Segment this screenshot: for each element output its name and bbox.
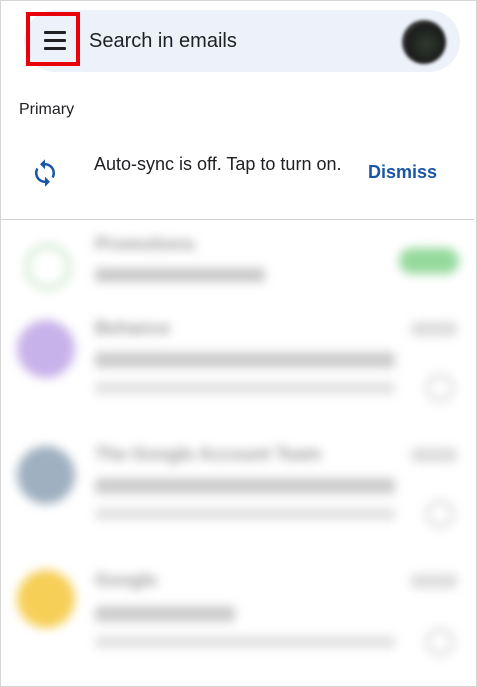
autosync-message: Auto-sync is off. Tap to turn on. <box>94 154 342 174</box>
list-item[interactable]: The Google Account Team <box>1 440 474 550</box>
search-input[interactable]: Search in emails <box>89 30 237 53</box>
email-sender: Google <box>95 570 157 590</box>
section-label: Primary <box>19 101 75 118</box>
email-sender: Promotions <box>95 234 196 254</box>
sync-icon <box>35 159 55 187</box>
account-avatar[interactable] <box>402 20 446 64</box>
email-sender: Behance <box>95 318 171 338</box>
email-list: Promotions Behance The Google Account Te… <box>1 220 474 685</box>
list-item[interactable]: Behance <box>1 316 474 426</box>
email-sender: The Google Account Team <box>95 444 322 464</box>
menu-button[interactable] <box>26 12 80 66</box>
dismiss-button[interactable]: Dismiss <box>368 162 437 183</box>
list-item[interactable]: Google <box>1 566 474 676</box>
list-item[interactable]: Promotions <box>1 220 474 310</box>
